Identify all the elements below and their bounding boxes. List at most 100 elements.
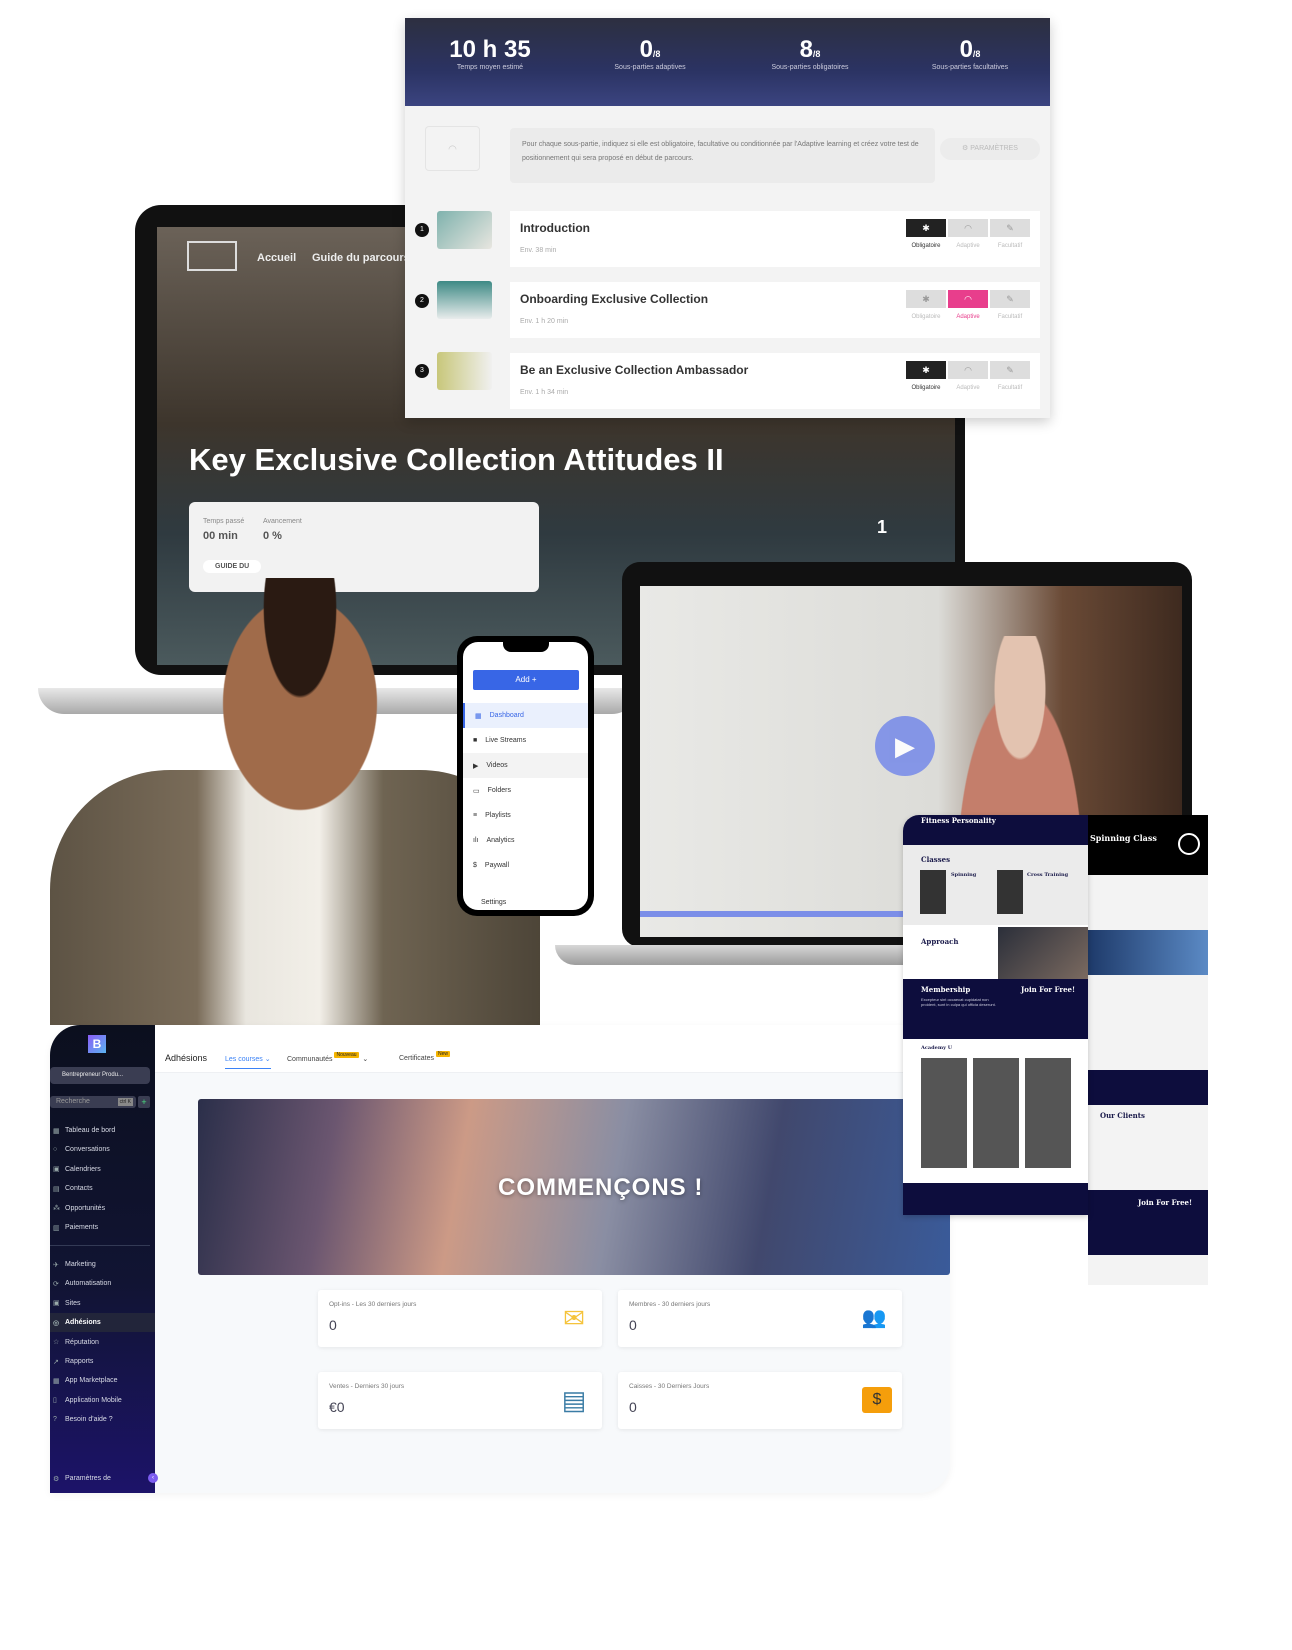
menu-item-dashboard[interactable]: ▦ Dashboard — [463, 703, 588, 728]
sidebar-item-conversations[interactable]: ○ Conversations — [50, 1140, 155, 1159]
module-row[interactable]: Onboarding Exclusive Collection Env. 1 h… — [510, 282, 1040, 338]
sidebar-item-tableau-de-bord[interactable]: ▦ Tableau de bord — [50, 1121, 155, 1140]
sidebar-label: Automatisation — [65, 1280, 112, 1288]
module-row[interactable]: Be an Exclusive Collection Ambassador En… — [510, 353, 1040, 409]
settings-button[interactable]: ⚙ PARAMÈTRES — [940, 138, 1040, 160]
playlist-icon: ≡ — [473, 812, 478, 819]
stat-card-optins: Opt-ins - Les 30 derniers jours 0 ✉ — [318, 1290, 602, 1347]
sidebar-item-application-mobile[interactable]: ▯ Application Mobile — [50, 1391, 155, 1410]
stat-mandatory: 8/8 Sous-parties obligatoires — [735, 36, 885, 71]
optional-toggle[interactable]: ✎ — [990, 219, 1030, 237]
mode-toggle[interactable]: ✱ ◠ ✎ — [906, 219, 1030, 237]
sidebar-label: Réputation — [65, 1338, 99, 1346]
stat-value: 10 h 35 — [449, 36, 531, 63]
nav-link-accueil[interactable]: Accueil — [257, 252, 296, 264]
academy-grid — [921, 1058, 1071, 1168]
stats-bar: 10 h 35 Temps moyen estimé 0/8 Sous-partie… — [405, 18, 1050, 106]
menu-item-settings[interactable]: Settings — [463, 890, 588, 910]
sidebar-label: Application Mobile — [65, 1396, 122, 1404]
sidebar-item-opportunités[interactable]: ⁂ Opportunités — [50, 1199, 155, 1218]
sidebar-item-settings[interactable]: ⚙ Paramètres de — [50, 1469, 155, 1488]
mode-toggle[interactable]: ✱ ◠ ✎ — [906, 290, 1030, 308]
tab-communities[interactable]: Communautés Nouveau ⌄ — [287, 1052, 368, 1063]
sidebar: B Bentrepreneur Produ... Recherche ctrl K… — [50, 1025, 158, 1493]
adaptive-toggle[interactable]: ◠ — [948, 361, 988, 379]
classes-section: Classes Spinning Cross Training — [903, 845, 1088, 925]
sidebar-item-calendriers[interactable]: ▣ Calendriers — [50, 1160, 155, 1179]
menu-label: Dashboard — [489, 712, 524, 719]
module-thumbnail — [437, 281, 492, 319]
card-label: Caisses - 30 Derniers Jours — [629, 1383, 710, 1390]
toggle-label: Obligatoire — [911, 243, 941, 249]
spinning-hero: Spinning Class — [1088, 815, 1208, 875]
card-value: 0 — [329, 1317, 337, 1333]
play-icon: ▶ — [473, 762, 479, 770]
stat-label: Sous-parties adaptives — [614, 64, 686, 71]
menu-item-paywall[interactable]: $ Paywall — [463, 853, 588, 878]
banner-title: COMMENÇONS ! — [498, 1174, 704, 1201]
progress-label: Avancement — [263, 518, 302, 525]
sidebar-label: Paramètres de — [65, 1475, 111, 1482]
card-label: Ventes - Derniers 30 jours — [329, 1383, 405, 1390]
mandatory-toggle[interactable]: ✱ — [906, 219, 946, 237]
menu-item-analytics[interactable]: ılı Analytics — [463, 828, 588, 853]
welcome-banner: COMMENÇONS ! — [198, 1099, 950, 1275]
sidebar-item-réputation[interactable]: ☆ Réputation — [50, 1333, 155, 1352]
play-icon[interactable]: ▶ — [875, 716, 935, 776]
adaptive-toggle[interactable]: ◠ — [948, 290, 988, 308]
sidebar-label: Besoin d'aide ? — [65, 1416, 113, 1424]
menu-label: Folders — [487, 787, 511, 794]
stat-card-registers: Caisses - 30 Derniers Jours 0 $ — [618, 1372, 902, 1429]
sidebar-label: App Marketplace — [65, 1377, 118, 1385]
guide-button[interactable]: GUIDE DU — [203, 560, 262, 573]
menu-label: Analytics — [486, 837, 515, 844]
mode-toggle[interactable]: ✱ ◠ ✎ — [906, 361, 1030, 379]
stat-label: Temps moyen estimé — [456, 64, 524, 71]
tab-certificates[interactable]: Certificates New — [399, 1051, 450, 1062]
collapse-sidebar-icon[interactable]: ‹ — [148, 1473, 158, 1483]
sidebar-item-rapports[interactable]: ↗ Rapports — [50, 1352, 155, 1371]
sidebar-item-app-marketplace[interactable]: ▦ App Marketplace — [50, 1371, 155, 1390]
sidebar-item-besoin-d-aide[interactable]: ? Besoin d'aide ? — [50, 1410, 155, 1429]
toggle-labels: Obligatoire Adaptive Facultatif — [906, 385, 1030, 391]
module-duration: Env. 38 min — [520, 247, 557, 254]
quick-add-button[interactable]: + — [138, 1096, 150, 1108]
app-logo[interactable]: B — [88, 1035, 106, 1053]
tab-courses[interactable]: Les courses ⌄ — [225, 1055, 271, 1069]
module-row[interactable]: Introduction Env. 38 min ✱ ◠ ✎ Obligatoire… — [510, 211, 1040, 267]
add-button[interactable]: Add + — [473, 670, 579, 690]
sidebar-item-sites[interactable]: ▣ Sites — [50, 1294, 155, 1313]
sidebar-item-paiements[interactable]: ▥ Paiements — [50, 1218, 155, 1237]
search-input[interactable]: Recherche ctrl K — [50, 1096, 136, 1108]
optional-toggle[interactable]: ✎ — [990, 361, 1030, 379]
mandatory-toggle[interactable]: ✱ — [906, 290, 946, 308]
sidebar-icon: ○ — [53, 1146, 58, 1154]
menu-item-playlists[interactable]: ≡ Playlists — [463, 803, 588, 828]
sidebar-item-marketing[interactable]: ✈ Marketing — [50, 1255, 155, 1274]
toggle-label: Adaptive — [956, 314, 980, 320]
sidebar-icon: ▥ — [53, 1224, 60, 1232]
brand-logo[interactable] — [187, 241, 237, 271]
account-switcher[interactable]: Bentrepreneur Produ... — [50, 1067, 150, 1084]
stat-value: 0 — [639, 36, 653, 63]
menu-label: Videos — [486, 762, 508, 769]
optional-toggle[interactable]: ✎ — [990, 290, 1030, 308]
cash-register-icon: $ — [862, 1387, 892, 1413]
sidebar-icon: ? — [53, 1416, 57, 1424]
nav-link-guide[interactable]: Guide du parcours — [312, 252, 410, 264]
class-card-title: Cross Training — [1027, 872, 1069, 878]
sidebar-icon: ◎ — [53, 1319, 60, 1327]
mandatory-toggle[interactable]: ✱ — [906, 361, 946, 379]
sidebar-label: Conversations — [65, 1146, 110, 1154]
info-text: Pour chaque sous-partie, indiquez si ell… — [510, 128, 935, 183]
sidebar-icon: ⟳ — [53, 1280, 59, 1288]
sidebar-item-automatisation[interactable]: ⟳ Automatisation — [50, 1274, 155, 1293]
sidebar-label: Contacts — [65, 1185, 93, 1193]
folder-icon: ▭ — [473, 787, 480, 795]
sidebar-item-adhésions[interactable]: ◎ Adhésions — [50, 1313, 155, 1333]
menu-item-folders[interactable]: ▭ Folders — [463, 778, 588, 803]
menu-item-videos[interactable]: ▶ Videos — [463, 753, 588, 778]
menu-item-live-streams[interactable]: ■ Live Streams — [463, 728, 588, 753]
adaptive-toggle[interactable]: ◠ — [948, 219, 988, 237]
sidebar-item-contacts[interactable]: ▤ Contacts — [50, 1179, 155, 1198]
